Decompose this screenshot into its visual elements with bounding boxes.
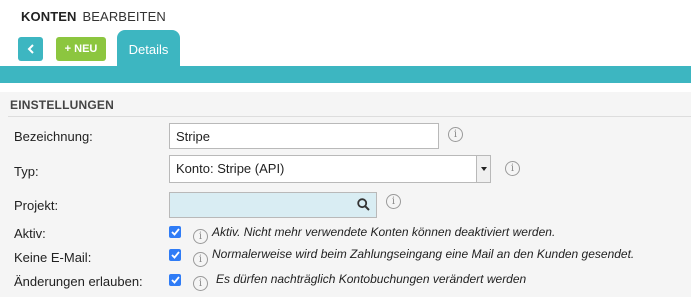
settings-panel: EINSTELLUNGEN Bezeichnung: i Typ: Konto:…	[0, 92, 691, 297]
check-icon	[170, 251, 180, 259]
aenderungen-label: Änderungen erlauben:	[14, 274, 143, 289]
projekt-label: Projekt:	[14, 198, 59, 213]
tab-bar	[0, 66, 691, 83]
aktiv-hint: Aktiv. Nicht mehr verwendete Konten könn…	[212, 225, 556, 239]
info-icon[interactable]: i	[193, 229, 208, 244]
info-icon[interactable]: i	[193, 252, 208, 267]
divider	[8, 116, 691, 117]
dropdown-arrow-icon[interactable]	[476, 156, 490, 182]
chevron-left-icon	[27, 44, 34, 54]
keine-email-label: Keine E-Mail:	[14, 250, 92, 265]
search-icon[interactable]	[357, 198, 370, 216]
aktiv-label: Aktiv:	[14, 226, 46, 241]
keine-email-hint: Normalerweise wird beim Zahlungseingang …	[212, 247, 635, 261]
breadcrumb-section: KONTEN	[21, 9, 77, 24]
typ-label: Typ:	[14, 164, 39, 179]
info-icon[interactable]: i	[386, 194, 401, 209]
typ-selected-value: Konto: Stripe (API)	[176, 161, 285, 176]
new-button[interactable]: + NEU	[56, 37, 106, 61]
bezeichnung-input[interactable]	[169, 123, 439, 149]
breadcrumb-action: BEARBEITEN	[82, 9, 166, 24]
keine-email-checkbox[interactable]	[169, 249, 181, 261]
typ-select[interactable]: Konto: Stripe (API)	[169, 155, 491, 183]
projekt-lookup-input[interactable]	[169, 192, 377, 218]
aenderungen-checkbox[interactable]	[169, 274, 181, 286]
back-button[interactable]	[18, 37, 43, 61]
breadcrumb: KONTEN BEARBEITEN	[21, 9, 166, 24]
bezeichnung-label: Bezeichnung:	[14, 129, 93, 144]
aktiv-checkbox[interactable]	[169, 226, 181, 238]
info-icon[interactable]: i	[505, 161, 520, 176]
info-icon[interactable]: i	[448, 127, 463, 142]
section-title: EINSTELLUNGEN	[10, 98, 114, 112]
check-icon	[170, 276, 180, 284]
tab-details[interactable]: Details	[117, 30, 180, 70]
check-icon	[170, 228, 180, 236]
aenderungen-hint: Es dürfen nachträglich Kontobuchungen ve…	[216, 272, 527, 286]
info-icon[interactable]: i	[193, 276, 208, 291]
top-bar: KONTEN BEARBEITEN + NEU Details	[0, 0, 691, 88]
